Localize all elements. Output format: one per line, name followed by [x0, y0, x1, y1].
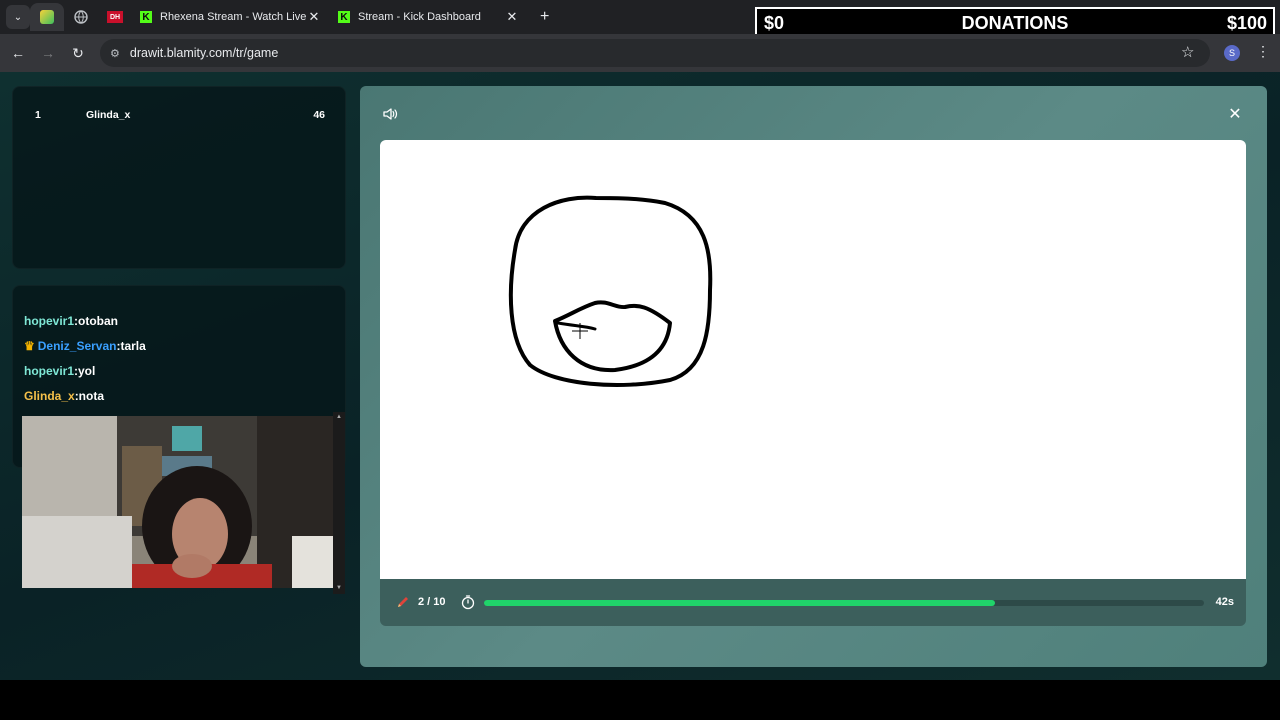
profile-avatar[interactable]: S	[1224, 45, 1240, 61]
reload-button[interactable]: ↻	[63, 45, 93, 62]
leaderboard-panel: 1 Glinda_x 46	[12, 86, 346, 269]
webcam-feed	[22, 416, 344, 588]
close-tab-icon[interactable]: ✕	[306, 9, 322, 25]
drawn-inner-stroke	[553, 300, 672, 373]
game-window: ✕ 2 / 10 42s	[360, 86, 1267, 667]
leaderboard-player-name: Glinda_x	[86, 109, 131, 121]
donations-current: $0	[764, 13, 785, 33]
pencil-icon	[398, 597, 408, 607]
scroll-up-arrow-icon[interactable]: ▲	[336, 414, 342, 420]
globe-icon	[74, 10, 88, 24]
time-progress-fill	[484, 600, 996, 606]
kick-logo-icon: K	[140, 11, 152, 23]
stopwatch-icon	[461, 595, 475, 610]
bookmark-star-icon[interactable]: ☆	[1181, 43, 1194, 61]
chat-username[interactable]: Deniz_Servan	[38, 339, 117, 353]
drawn-outline-stroke	[508, 195, 713, 387]
address-bar[interactable]: ⚙ drawit.blamity.com/tr/game	[100, 39, 1210, 67]
drawit-favicon	[40, 10, 54, 24]
chat-message-text: :nota	[74, 389, 105, 403]
dh-favicon: DH	[107, 11, 123, 23]
tab-title: Stream - Kick Dashboard	[358, 11, 481, 23]
chat-username[interactable]: hopevir1	[24, 314, 74, 328]
chat-message: ♛ Deniz_Servan:tarla	[24, 339, 334, 364]
drawn-inner-line-stroke	[556, 321, 597, 331]
kick-logo-icon: K	[338, 11, 350, 23]
tab-search-button[interactable]: ⌄	[6, 5, 30, 29]
leaderboard-score: 46	[313, 109, 325, 121]
time-progress-bar	[484, 600, 1204, 606]
chat-message-text: :yol	[74, 364, 96, 378]
close-icon[interactable]: ✕	[1226, 104, 1244, 123]
webcam-image	[22, 416, 344, 588]
speaker-icon[interactable]	[382, 106, 398, 122]
tab-title: Rhexena Stream - Watch Live on Kick	[160, 11, 306, 23]
tab-rhexena-stream[interactable]: K Rhexena Stream - Watch Live on Kick ✕	[132, 3, 330, 31]
round-counter: 2 / 10	[418, 596, 446, 608]
game-page: 1 Glinda_x 46 hopevir1:otoban ♛ Deniz_Serv…	[0, 72, 1280, 680]
chat-message: Glinda_x:nota	[24, 389, 334, 414]
browser-toolbar: ← → ↻ ⚙ drawit.blamity.com/tr/game ☆	[0, 34, 1280, 72]
tab-kick-dashboard[interactable]: K Stream - Kick Dashboard ✕	[330, 3, 528, 31]
leaderboard-rank: 1	[35, 109, 41, 121]
chat-message-text: :otoban	[74, 314, 119, 328]
browser-menu-icon[interactable]: ⋮	[1256, 43, 1270, 60]
time-remaining: 42s	[1215, 596, 1234, 608]
chat-message-text: :tarla	[116, 339, 146, 353]
drawing-strokes	[508, 195, 713, 387]
pinned-tab-drawit[interactable]	[30, 3, 64, 31]
pinned-tab-globe[interactable]	[64, 3, 98, 31]
close-tab-icon[interactable]: ✕	[504, 9, 520, 25]
scroll-down-arrow-icon[interactable]: ▼	[336, 585, 342, 591]
new-tab-button[interactable]: +	[540, 8, 549, 26]
crown-icon: ♛	[24, 339, 35, 353]
site-info-icon[interactable]: ⚙	[110, 47, 120, 60]
forward-button[interactable]: →	[33, 45, 63, 61]
leaderboard-row: 1 Glinda_x 46	[13, 109, 345, 125]
donations-title: DONATIONS	[961, 13, 1069, 33]
chat-message: hopevir1:otoban	[24, 314, 334, 339]
letterbox-bar	[0, 680, 1280, 720]
drawing-canvas[interactable]	[380, 140, 1246, 579]
webcam-scrollbar[interactable]	[333, 412, 345, 594]
back-button[interactable]: ←	[3, 45, 33, 61]
chat-message: hopevir1:yol	[24, 364, 334, 389]
game-status-bar: 2 / 10 42s	[380, 579, 1246, 626]
donations-goal: $100	[1226, 13, 1267, 33]
chat-username[interactable]: Glinda_x	[24, 389, 75, 403]
pinned-tab-dh[interactable]: DH	[98, 3, 132, 31]
url-text: drawit.blamity.com/tr/game	[129, 46, 279, 60]
chat-username[interactable]: hopevir1	[24, 364, 74, 378]
